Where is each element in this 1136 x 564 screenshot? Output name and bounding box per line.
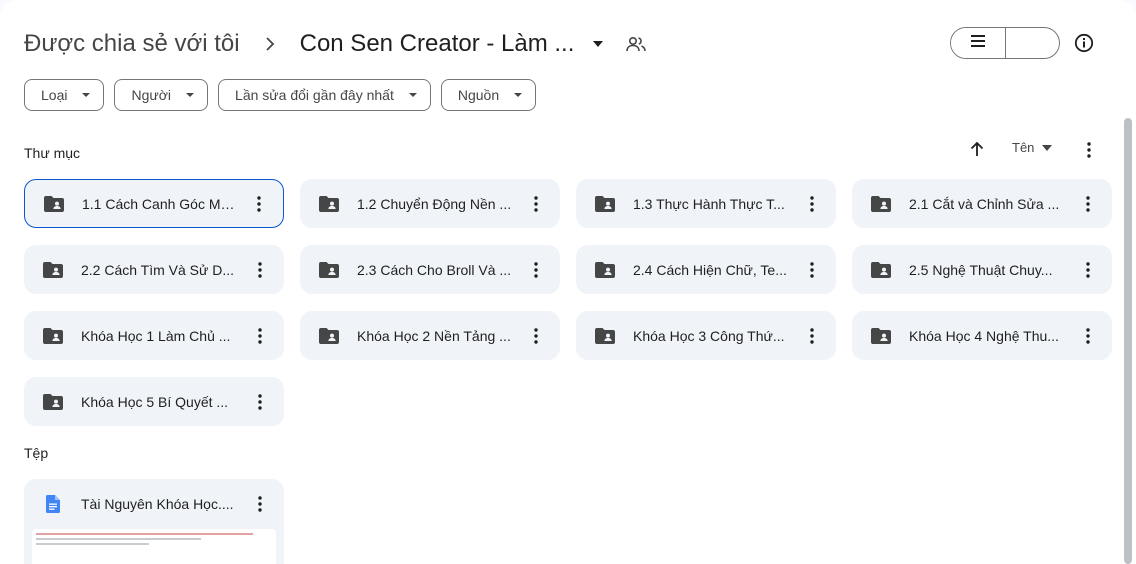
file-card[interactable]: Tài Nguyên Khóa Học.... [24, 479, 284, 564]
filter-source[interactable]: Nguồn [440, 79, 537, 111]
scrollbar[interactable] [1124, 118, 1132, 564]
folder-name: 2.2 Cách Tìm Và Sử D... [81, 261, 235, 278]
more-vert-icon[interactable] [1078, 139, 1100, 161]
caret-down-icon [185, 90, 195, 100]
more-vert-icon[interactable] [248, 390, 272, 414]
more-vert-icon[interactable] [524, 192, 548, 216]
more-vert-icon[interactable] [800, 258, 824, 282]
shared-folder-icon [594, 325, 616, 347]
google-docs-icon [42, 493, 64, 515]
caret-down-icon [408, 90, 418, 100]
filter-type[interactable]: Loại [24, 79, 105, 111]
drive-main-panel: Được chia sẻ với tôi Con Sen Creator - L… [0, 0, 1136, 564]
folder-name: Khóa Học 3 Công Thứ... [633, 327, 785, 344]
shared-folder-icon [42, 391, 64, 413]
shared-folder-icon [318, 325, 340, 347]
more-vert-icon[interactable] [800, 192, 824, 216]
folders-section-title: Thư mục [24, 145, 81, 161]
caret-down-icon [81, 90, 91, 100]
shared-folder-icon [870, 193, 892, 215]
more-vert-icon[interactable] [524, 258, 548, 282]
more-vert-icon[interactable] [248, 492, 272, 516]
more-vert-icon[interactable] [248, 324, 272, 348]
shared-folder-icon [870, 259, 892, 281]
folder-card[interactable]: Khóa Học 4 Nghệ Thu... [852, 311, 1112, 360]
sort-label: Tên [1012, 140, 1035, 155]
folder-name: Khóa Học 1 Làm Chủ ... [81, 327, 231, 344]
folder-card[interactable]: 2.2 Cách Tìm Và Sử D... [24, 245, 284, 294]
folder-card[interactable]: Khóa Học 5 Bí Quyết ... [24, 377, 284, 426]
shared-folder-icon [42, 325, 64, 347]
breadcrumb-current-folder[interactable]: Con Sen Creator - Làm ... [300, 30, 575, 58]
shared-folder-icon [318, 259, 340, 281]
filter-type-label: Loại [41, 87, 68, 103]
shared-folder-icon [42, 259, 64, 281]
folder-name: 1.1 Cách Canh Góc Má... [82, 195, 239, 212]
folder-card[interactable]: Khóa Học 2 Nền Tảng ... [300, 311, 560, 360]
more-vert-icon[interactable] [1076, 258, 1100, 282]
filter-chips: Loại Người Lần sửa đổi gần đây nhất Nguồ… [24, 79, 537, 111]
folder-name: 2.3 Cách Cho Broll Và ... [357, 261, 512, 278]
more-vert-icon[interactable] [524, 324, 548, 348]
folder-card[interactable]: Khóa Học 1 Làm Chủ ... [24, 311, 284, 360]
file-name: Tài Nguyên Khóa Học.... [81, 496, 234, 512]
shared-folder-icon [594, 259, 616, 281]
folder-name: 2.4 Cách Hiện Chữ, Te... [633, 261, 787, 278]
chevron-right-icon [258, 32, 282, 56]
shared-folder-icon [870, 325, 892, 347]
filter-people[interactable]: Người [114, 79, 209, 111]
filter-modified-label: Lần sửa đổi gần đây nhất [235, 87, 394, 103]
folder-card[interactable]: 1.1 Cách Canh Góc Má... [24, 179, 284, 228]
folder-name: 2.5 Nghệ Thuật Chuy... [909, 261, 1053, 278]
view-toggle [950, 27, 1060, 59]
folder-grid: 1.1 Cách Canh Góc Má... 1.2 Chuyển Động N… [24, 179, 1112, 426]
filter-people-label: Người [131, 87, 172, 103]
list-icon [970, 34, 986, 53]
more-vert-icon[interactable] [1076, 192, 1100, 216]
breadcrumb-root[interactable]: Được chia sẻ với tôi [24, 30, 240, 58]
file-thumbnail [32, 529, 276, 564]
folder-card[interactable]: 2.4 Cách Hiện Chữ, Te... [576, 245, 836, 294]
more-vert-icon[interactable] [248, 258, 272, 282]
file-card-header: Tài Nguyên Khóa Học.... [24, 479, 284, 529]
filter-modified[interactable]: Lần sửa đổi gần đây nhất [218, 79, 431, 111]
shared-folder-icon [594, 193, 616, 215]
folder-name: 2.1 Cắt và Chỉnh Sửa ... [909, 195, 1060, 212]
folder-card[interactable]: Khóa Học 3 Công Thứ... [576, 311, 836, 360]
shared-folder-icon [318, 193, 340, 215]
folder-card[interactable]: 1.3 Thực Hành Thực T... [576, 179, 836, 228]
shared-folder-icon [43, 193, 65, 215]
folder-card[interactable]: 2.5 Nghệ Thuật Chuy... [852, 245, 1112, 294]
more-vert-icon[interactable] [247, 192, 271, 216]
caret-down-icon [513, 90, 523, 100]
folder-name: Khóa Học 4 Nghệ Thu... [909, 327, 1059, 344]
folder-name: 1.3 Thực Hành Thực T... [633, 195, 785, 212]
files-section-title: Tệp [24, 445, 49, 461]
folder-name: 1.2 Chuyển Động Nền ... [357, 195, 512, 212]
info-icon[interactable] [1072, 31, 1096, 55]
sort-by-name-button[interactable]: Tên [1012, 140, 1053, 155]
breadcrumb: Được chia sẻ với tôi Con Sen Creator - L… [24, 24, 1112, 64]
more-vert-icon[interactable] [1076, 324, 1100, 348]
arrow-up-icon[interactable] [966, 138, 988, 160]
people-icon[interactable] [624, 32, 648, 56]
folder-card[interactable]: 2.1 Cắt và Chỉnh Sửa ... [852, 179, 1112, 228]
folder-card[interactable]: 2.3 Cách Cho Broll Và ... [300, 245, 560, 294]
folder-name: Khóa Học 2 Nền Tảng ... [357, 327, 511, 344]
caret-down-icon [1042, 144, 1053, 151]
list-view-button[interactable] [951, 28, 1006, 58]
filter-source-label: Nguồn [457, 87, 500, 103]
scrollbar-thumb[interactable] [1124, 118, 1132, 564]
more-vert-icon[interactable] [800, 324, 824, 348]
folder-name: Khóa Học 5 Bí Quyết ... [81, 393, 229, 410]
caret-down-icon[interactable] [586, 32, 610, 56]
folder-card[interactable]: 1.2 Chuyển Động Nền ... [300, 179, 560, 228]
